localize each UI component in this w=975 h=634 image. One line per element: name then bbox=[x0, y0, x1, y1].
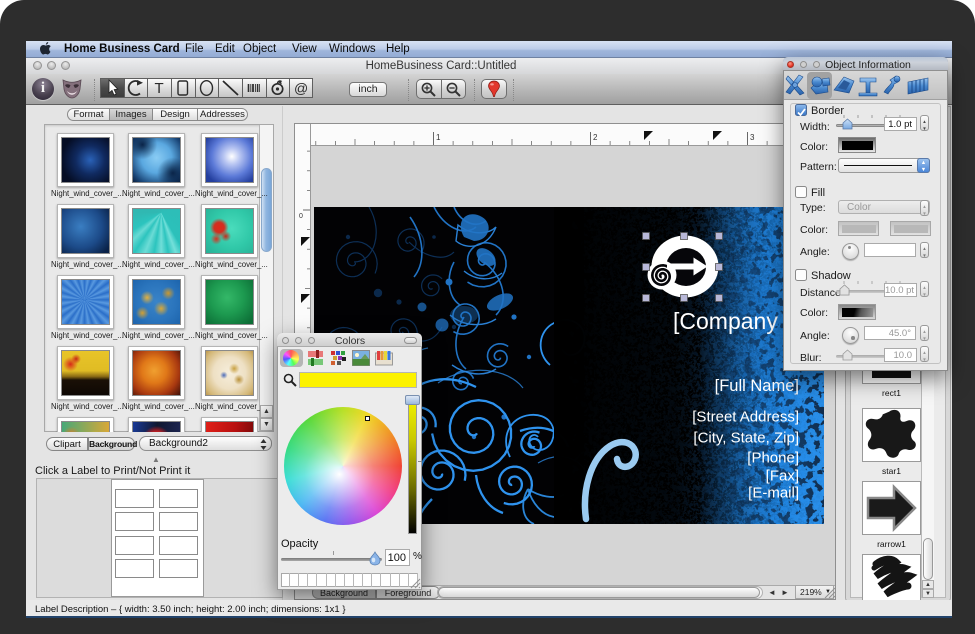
svg-text:[City, State, Zip]: [City, State, Zip] bbox=[693, 430, 799, 447]
svg-text:[Fax]: [Fax] bbox=[766, 468, 799, 485]
svg-text:[Phone]: [Phone] bbox=[747, 450, 799, 467]
svg-text:[E-mail]: [E-mail] bbox=[748, 485, 799, 502]
svg-text:2: 2 bbox=[593, 133, 598, 142]
svg-text:[Full Name]: [Full Name] bbox=[715, 377, 799, 395]
svg-text:0: 0 bbox=[299, 213, 303, 220]
svg-text:[Street Address]: [Street Address] bbox=[692, 409, 799, 426]
svg-text:3: 3 bbox=[750, 133, 755, 142]
svg-text:1: 1 bbox=[436, 133, 441, 142]
